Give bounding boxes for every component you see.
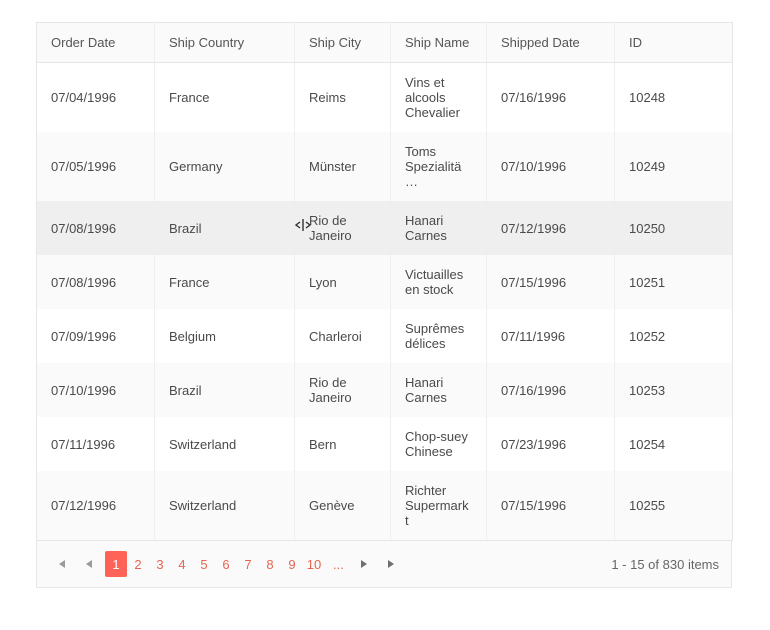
- cell-shipName: Hanari Carnes: [391, 201, 487, 255]
- cell-shipCity: Rio de Janeiro: [295, 201, 391, 255]
- data-grid: Order DateShip CountryShip CityShip Name…: [36, 22, 733, 541]
- pager-page-3[interactable]: 3: [149, 551, 171, 577]
- cell-id: 10254: [615, 417, 733, 471]
- pager-first-icon[interactable]: [49, 551, 73, 577]
- cell-shipCity: Charleroi: [295, 309, 391, 363]
- column-header-shipCity[interactable]: Ship City: [295, 23, 391, 63]
- pager-page-1[interactable]: 1: [105, 551, 127, 577]
- table-row[interactable]: 07/11/1996SwitzerlandBernChop-suey Chine…: [37, 417, 733, 471]
- cell-id: 10249: [615, 132, 733, 201]
- pager-page-7[interactable]: 7: [237, 551, 259, 577]
- cell-shipCity: Lyon: [295, 255, 391, 309]
- cell-shipCountry: Belgium: [155, 309, 295, 363]
- pager-next-icon[interactable]: [352, 551, 376, 577]
- cell-shipCountry: Switzerland: [155, 471, 295, 541]
- cell-shipName: Toms Spezialitä…: [391, 132, 487, 201]
- header-row: Order DateShip CountryShip CityShip Name…: [37, 23, 733, 63]
- cell-shipCountry: France: [155, 255, 295, 309]
- cell-shippedDate: 07/10/1996: [487, 132, 615, 201]
- pager-page-2[interactable]: 2: [127, 551, 149, 577]
- cell-shipCity: Bern: [295, 417, 391, 471]
- cell-shipCity: Rio de Janeiro: [295, 363, 391, 417]
- cell-shippedDate: 07/11/1996: [487, 309, 615, 363]
- cell-shippedDate: 07/15/1996: [487, 471, 615, 541]
- pager-page-5[interactable]: 5: [193, 551, 215, 577]
- cell-orderDate: 07/10/1996: [37, 363, 155, 417]
- cell-id: 10250: [615, 201, 733, 255]
- cell-id: 10255: [615, 471, 733, 541]
- cell-shipName: Hanari Carnes: [391, 363, 487, 417]
- cell-shipCity: Reims: [295, 63, 391, 133]
- pager-page-10[interactable]: 10: [303, 551, 325, 577]
- table-row[interactable]: 07/05/1996GermanyMünsterToms Spezialitä……: [37, 132, 733, 201]
- column-header-id[interactable]: ID: [615, 23, 733, 63]
- cell-shippedDate: 07/16/1996: [487, 363, 615, 417]
- cell-id: 10248: [615, 63, 733, 133]
- cell-orderDate: 07/12/1996: [37, 471, 155, 541]
- cell-shipName: Victuailles en stock: [391, 255, 487, 309]
- pager-page-4[interactable]: 4: [171, 551, 193, 577]
- table-row[interactable]: 07/12/1996SwitzerlandGenèveRichter Super…: [37, 471, 733, 541]
- pager-page-8[interactable]: 8: [259, 551, 281, 577]
- cell-shippedDate: 07/15/1996: [487, 255, 615, 309]
- table-row[interactable]: 07/10/1996BrazilRio de JaneiroHanari Car…: [37, 363, 733, 417]
- cell-shipCity: Genève: [295, 471, 391, 541]
- cell-orderDate: 07/08/1996: [37, 255, 155, 309]
- pager-page-6[interactable]: 6: [215, 551, 237, 577]
- pager-prev-icon[interactable]: [77, 551, 101, 577]
- cell-orderDate: 07/09/1996: [37, 309, 155, 363]
- cell-shipCountry: Brazil: [155, 363, 295, 417]
- cell-shipCountry: Brazil: [155, 201, 295, 255]
- table-row[interactable]: 07/04/1996FranceReimsVins et alcools Che…: [37, 63, 733, 133]
- cell-shippedDate: 07/12/1996: [487, 201, 615, 255]
- cell-shipName: Chop-suey Chinese: [391, 417, 487, 471]
- cell-orderDate: 07/05/1996: [37, 132, 155, 201]
- pager-page-9[interactable]: 9: [281, 551, 303, 577]
- cell-orderDate: 07/11/1996: [37, 417, 155, 471]
- cell-shipCity: Münster: [295, 132, 391, 201]
- cell-shippedDate: 07/16/1996: [487, 63, 615, 133]
- cell-shipName: Richter Supermarkt: [391, 471, 487, 541]
- pager-left: 12345678910 ...: [49, 551, 404, 577]
- cell-id: 10251: [615, 255, 733, 309]
- column-header-orderDate[interactable]: Order Date: [37, 23, 155, 63]
- cell-shipCountry: Germany: [155, 132, 295, 201]
- cell-id: 10253: [615, 363, 733, 417]
- pager-last-icon[interactable]: [380, 551, 404, 577]
- cell-id: 10252: [615, 309, 733, 363]
- table-row[interactable]: 07/08/1996FranceLyonVictuailles en stock…: [37, 255, 733, 309]
- pager-ellipsis[interactable]: ...: [329, 557, 348, 572]
- pager: 12345678910 ... 1 - 15 of 830 items: [36, 541, 732, 588]
- cell-shipCountry: France: [155, 63, 295, 133]
- table-row[interactable]: 07/09/1996BelgiumCharleroiSuprêmes délic…: [37, 309, 733, 363]
- cell-orderDate: 07/04/1996: [37, 63, 155, 133]
- cell-shippedDate: 07/23/1996: [487, 417, 615, 471]
- cell-orderDate: 07/08/1996: [37, 201, 155, 255]
- cell-shipName: Suprêmes délices: [391, 309, 487, 363]
- table-row[interactable]: 07/08/1996BrazilRio de JaneiroHanari Car…: [37, 201, 733, 255]
- pager-info: 1 - 15 of 830 items: [611, 557, 719, 572]
- cell-shipName: Vins et alcools Chevalier: [391, 63, 487, 133]
- column-header-shippedDate[interactable]: Shipped Date: [487, 23, 615, 63]
- column-header-shipName[interactable]: Ship Name: [391, 23, 487, 63]
- cell-shipCountry: Switzerland: [155, 417, 295, 471]
- column-header-shipCountry[interactable]: Ship Country: [155, 23, 295, 63]
